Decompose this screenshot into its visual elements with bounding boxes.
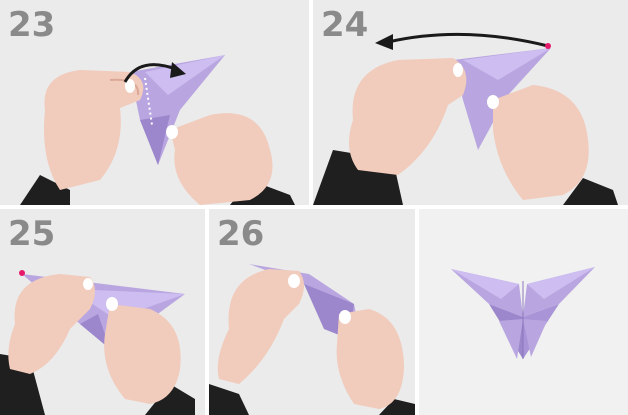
step-24-panel: 24 bbox=[313, 0, 628, 205]
step-23-panel: 23 bbox=[0, 0, 309, 205]
step-number: 25 bbox=[8, 214, 56, 254]
fingernail bbox=[83, 278, 93, 290]
marker-dot bbox=[545, 43, 551, 49]
finished-butterfly-illustration bbox=[451, 267, 595, 359]
left-hand bbox=[349, 58, 467, 175]
right-hand bbox=[170, 113, 273, 205]
right-hand bbox=[104, 304, 181, 404]
sleeve bbox=[209, 384, 249, 415]
marker-dot bbox=[19, 270, 25, 276]
fingernail bbox=[453, 63, 463, 77]
right-hand bbox=[336, 309, 404, 409]
step-25-panel: 25 bbox=[0, 209, 205, 415]
fingernail bbox=[106, 297, 118, 311]
right-upper-wing bbox=[523, 267, 595, 317]
step-26-panel: 26 bbox=[209, 209, 415, 415]
right-hand bbox=[493, 85, 589, 200]
step-number: 24 bbox=[321, 5, 369, 45]
fingernail bbox=[339, 310, 351, 324]
fingernail bbox=[288, 274, 300, 288]
left-arrow-icon bbox=[387, 32, 549, 48]
left-upper-wing bbox=[451, 269, 523, 317]
fingernail bbox=[166, 125, 178, 139]
step-number: 23 bbox=[8, 5, 56, 45]
finished-butterfly-panel bbox=[419, 209, 628, 415]
fingernail bbox=[487, 95, 499, 109]
step-number: 26 bbox=[217, 214, 265, 254]
